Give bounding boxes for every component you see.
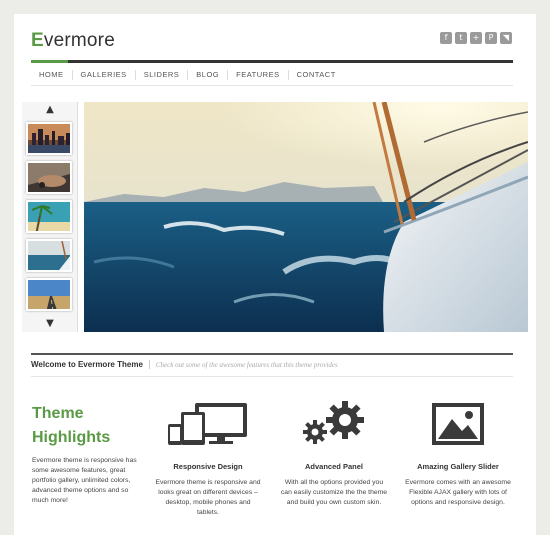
welcome-bar: Welcome to Evermore Theme Check out some… [31, 360, 338, 369]
feature-responsive: Responsive Design Evermore theme is resp… [154, 398, 262, 518]
highlights-text: Evermore theme is responsive has some aw… [32, 457, 137, 504]
feature-advanced-panel: Advanced Panel With all the options prov… [280, 398, 388, 508]
gears-icon [280, 398, 388, 446]
nav-item-sliders[interactable]: SLIDERS [136, 70, 189, 80]
welcome-title: Welcome to Evermore Theme [31, 360, 143, 369]
header-rule-accent [31, 60, 68, 63]
logo-first-letter: E [31, 30, 44, 51]
nav-item-galleries[interactable]: GALLERIES [73, 70, 136, 80]
feature-title: Amazing Gallery Slider [417, 462, 499, 471]
feature-title: Advanced Panel [305, 462, 363, 471]
feature-text: With all the options provided you can ea… [280, 479, 388, 506]
nav-item-features[interactable]: FEATURES [228, 70, 289, 80]
site-logo[interactable]: Evermore [31, 30, 115, 52]
chevron-up-icon[interactable]: ▲ [22, 104, 78, 115]
hero-slide-image[interactable] [84, 102, 528, 332]
devices-icon [154, 398, 262, 446]
header-rule [31, 60, 513, 63]
welcome-rule [31, 353, 513, 355]
chevron-down-icon[interactable]: ▼ [22, 318, 78, 329]
feature-gallery-slider: Amazing Gallery Slider Evermore comes wi… [404, 398, 512, 508]
feature-title: Responsive Design [173, 462, 243, 471]
feature-text: Evermore comes with an awesome Flexible … [405, 479, 511, 506]
city-skyline-thumb[interactable] [26, 122, 72, 155]
nav-item-contact[interactable]: CONTACT [289, 70, 344, 80]
social-icons: f t + P ◥ [440, 32, 512, 44]
main-nav: HOME GALLERIES SLIDERS BLOG FEATURES CON… [31, 66, 344, 84]
car-thumb[interactable] [26, 161, 72, 194]
image-icon [404, 398, 512, 446]
welcome-separator [148, 360, 150, 369]
pinterest-icon[interactable]: P [485, 32, 497, 44]
boat-thumb[interactable] [26, 239, 72, 272]
rss-icon[interactable]: ◥ [500, 32, 512, 44]
beach-thumb[interactable] [26, 200, 72, 233]
nav-divider [31, 85, 513, 86]
road-thumb[interactable] [26, 278, 72, 311]
nav-item-home[interactable]: HOME [31, 70, 73, 80]
welcome-underline [31, 376, 513, 377]
highlights-title: Theme Highlights [32, 402, 110, 450]
welcome-subtitle: Check out some of the awesome features t… [155, 360, 338, 369]
nav-item-blog[interactable]: BLOG [188, 70, 229, 80]
slider-thumbnails: ▲ ▼ [22, 102, 78, 332]
highlights-title-line2: Highlights [32, 429, 111, 446]
page: Evermore f t + P ◥ HOME GALLERIES SLIDER… [14, 14, 536, 535]
google-plus-icon[interactable]: + [470, 32, 482, 44]
twitter-icon[interactable]: t [455, 32, 467, 44]
highlights-title-line1: Theme [32, 405, 84, 422]
logo-rest: vermore [43, 30, 115, 51]
facebook-icon[interactable]: f [440, 32, 452, 44]
feature-text: Evermore theme is responsive and looks g… [155, 479, 261, 516]
